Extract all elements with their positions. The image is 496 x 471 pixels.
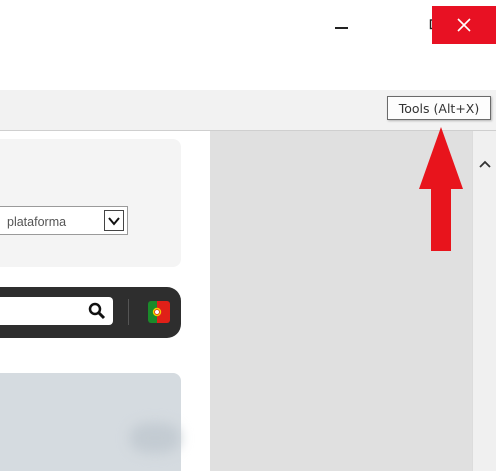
card-image-placeholder — [130, 423, 180, 453]
platform-select-value: plataforma — [7, 215, 67, 229]
close-button[interactable] — [432, 6, 496, 44]
search-button[interactable] — [81, 295, 113, 327]
window-titlebar — [0, 0, 496, 48]
filter-card: plataforma — [0, 139, 181, 267]
content-card — [0, 373, 181, 471]
platform-select[interactable]: plataforma — [0, 206, 128, 235]
minimize-button[interactable] — [318, 6, 364, 40]
search-icon — [88, 302, 106, 320]
portugal-flag-icon[interactable] — [148, 301, 170, 323]
browser-toolbar — [0, 48, 496, 122]
close-icon — [457, 18, 471, 32]
minimize-icon — [334, 27, 348, 29]
divider — [128, 299, 129, 325]
scroll-up-button[interactable] — [473, 153, 496, 175]
chevron-down-icon[interactable] — [104, 210, 124, 231]
chevron-up-icon — [478, 160, 491, 168]
tools-tooltip: Tools (Alt+X) — [387, 96, 491, 120]
site-search-bar — [0, 287, 181, 338]
vertical-scrollbar[interactable] — [472, 131, 496, 471]
red-arrow-annotation — [419, 127, 463, 251]
page-left-column: plataforma — [0, 131, 210, 471]
